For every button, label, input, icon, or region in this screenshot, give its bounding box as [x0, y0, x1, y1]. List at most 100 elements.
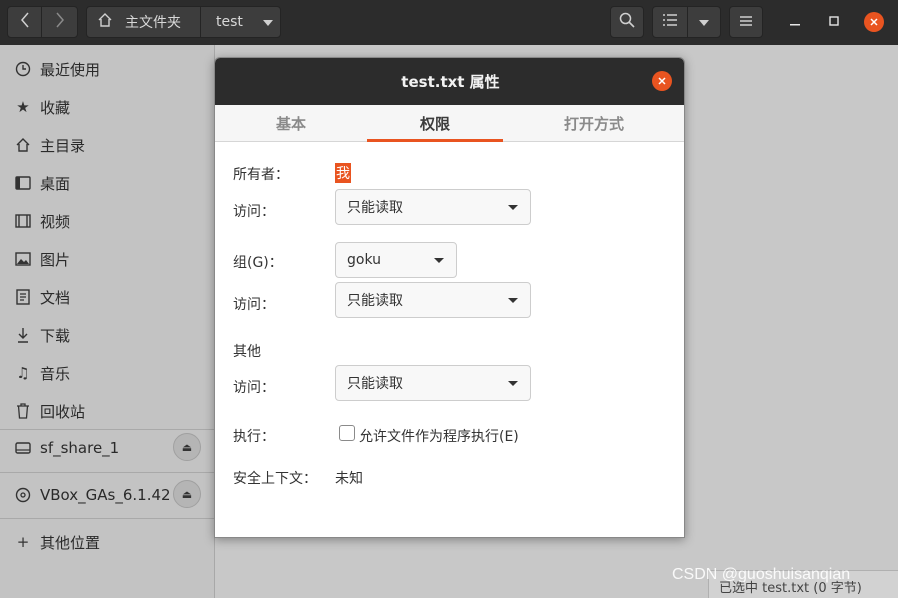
home-icon	[14, 137, 32, 153]
sidebar-item-label: 收藏	[40, 98, 71, 117]
others-access-value: 只能读取	[347, 376, 403, 392]
others-access-dropdown[interactable]: 只能读取	[335, 365, 531, 401]
sidebar-item-recent[interactable]: 最近使用	[0, 50, 215, 88]
desktop-icon	[14, 176, 32, 190]
close-icon	[658, 74, 666, 88]
owner-value: 我	[335, 163, 351, 183]
tab-open-with[interactable]: 打开方式	[520, 105, 668, 142]
execute-checkbox[interactable]	[339, 425, 355, 441]
back-button[interactable]	[7, 6, 42, 38]
watermark: CSDN @guoshuisanqian	[672, 566, 851, 583]
view-options-button[interactable]	[687, 6, 721, 38]
drive-icon	[14, 442, 32, 454]
hamburger-menu-icon	[740, 14, 752, 30]
breadcrumb-current[interactable]: test	[200, 6, 281, 38]
breadcrumb-home-label: 主文件夹	[125, 15, 181, 31]
sidebar-item-label: 文档	[40, 288, 71, 307]
sidebar-item-trash[interactable]: 回收站	[0, 392, 215, 430]
group-access-value: 只能读取	[347, 293, 403, 309]
star-icon: ★	[16, 98, 30, 116]
sidebar-item-vbox[interactable]: VBox_GAs_6.1.42 ⏏	[0, 476, 215, 514]
sidebar-item-downloads[interactable]: 下载	[0, 316, 215, 354]
header-bar: 主文件夹 test	[0, 0, 898, 45]
maximize-button[interactable]	[824, 12, 844, 32]
list-view-icon	[663, 14, 677, 30]
group-value: goku	[347, 252, 382, 268]
close-icon	[870, 15, 878, 29]
document-icon	[14, 289, 32, 305]
breadcrumb-current-label: test	[216, 14, 243, 30]
dropdown-arrow-icon	[508, 298, 518, 303]
sidebar-item-label: VBox_GAs_6.1.42	[40, 486, 171, 504]
dropdown-arrow-icon	[434, 258, 444, 263]
menu-button[interactable]	[729, 6, 763, 38]
security-context-label: 安全上下文：	[233, 471, 317, 487]
sidebar-item-label: 主目录	[40, 136, 86, 155]
others-access-label: 访问：	[233, 380, 275, 396]
forward-button[interactable]	[41, 6, 78, 38]
eject-icon: ⏏	[181, 487, 193, 501]
security-context-value: 未知	[335, 471, 363, 487]
chevron-right-icon	[55, 12, 65, 32]
download-icon	[14, 327, 32, 343]
dialog-close-button[interactable]	[652, 71, 672, 91]
sidebar-item-pictures[interactable]: 图片	[0, 240, 215, 278]
owner-access-value: 只能读取	[347, 200, 403, 216]
disc-icon	[14, 487, 32, 503]
sidebar-item-label: 图片	[40, 250, 71, 269]
execute-checkbox-label[interactable]: 允许文件作为程序执行(E)	[359, 426, 519, 446]
sidebar-item-home[interactable]: 主目录	[0, 126, 215, 164]
permissions-panel: 所有者： 我 访问： 只能读取 组(G)： goku 访问： 只能读取 其他 访…	[215, 142, 684, 537]
sidebar-item-starred[interactable]: ★ 收藏	[0, 88, 215, 126]
search-icon	[619, 12, 635, 32]
maximize-icon	[829, 15, 839, 30]
sidebar-item-label: 桌面	[40, 174, 71, 193]
plus-icon: +	[16, 533, 30, 551]
sidebar-item-other-locations[interactable]: + 其他位置	[0, 523, 215, 561]
sidebar-item-label: sf_share_1	[40, 439, 120, 457]
sidebar-item-label: 视频	[40, 212, 71, 231]
trash-icon	[14, 403, 32, 419]
sidebar-item-documents[interactable]: 文档	[0, 278, 215, 316]
chevron-down-icon	[262, 14, 273, 30]
search-button[interactable]	[610, 6, 644, 38]
sidebar-item-label: 最近使用	[40, 60, 101, 79]
minimize-icon	[790, 15, 800, 30]
chevron-left-icon	[20, 12, 30, 32]
sidebar-item-label: 其他位置	[40, 533, 101, 552]
sidebar-item-label: 音乐	[40, 364, 71, 383]
clock-icon	[14, 61, 32, 77]
home-icon	[97, 12, 113, 32]
sidebar-item-desktop[interactable]: 桌面	[0, 164, 215, 202]
tab-permissions[interactable]: 权限	[367, 105, 503, 142]
properties-dialog: test.txt 属性 基本 权限 打开方式 所有者： 我 访问： 只能读取 组…	[214, 57, 685, 538]
sidebar-item-sf-share[interactable]: sf_share_1 ⏏	[0, 429, 215, 467]
dialog-title: test.txt 属性	[215, 58, 684, 105]
sidebar-item-music[interactable]: ♫ 音乐	[0, 354, 215, 392]
chevron-down-icon	[699, 14, 709, 30]
tab-basic[interactable]: 基本	[215, 105, 367, 142]
execute-label: 执行：	[233, 429, 275, 445]
minimize-button[interactable]	[785, 12, 805, 32]
group-access-dropdown[interactable]: 只能读取	[335, 282, 531, 318]
dropdown-arrow-icon	[508, 205, 518, 210]
tab-bar: 基本 权限 打开方式	[215, 105, 684, 142]
group-dropdown[interactable]: goku	[335, 242, 457, 278]
sidebar: 最近使用 ★ 收藏 主目录 桌面 视频 图片 文档 下载 ♫ 音乐 回收站 sf…	[0, 45, 215, 598]
owner-access-label: 访问：	[233, 204, 275, 220]
breadcrumb-home[interactable]: 主文件夹	[86, 6, 201, 38]
close-window-button[interactable]	[864, 12, 884, 32]
group-label: 组(G)：	[233, 255, 283, 271]
sidebar-divider	[0, 518, 215, 519]
group-access-label: 访问：	[233, 297, 275, 313]
eject-button[interactable]: ⏏	[173, 433, 201, 461]
owner-access-dropdown[interactable]: 只能读取	[335, 189, 531, 225]
view-list-button[interactable]	[652, 6, 688, 38]
sidebar-item-videos[interactable]: 视频	[0, 202, 215, 240]
dropdown-arrow-icon	[508, 381, 518, 386]
eject-button[interactable]: ⏏	[173, 480, 201, 508]
sidebar-item-label: 下载	[40, 326, 71, 345]
sidebar-divider	[0, 472, 215, 473]
others-label: 其他	[233, 344, 261, 360]
image-icon	[14, 252, 32, 266]
